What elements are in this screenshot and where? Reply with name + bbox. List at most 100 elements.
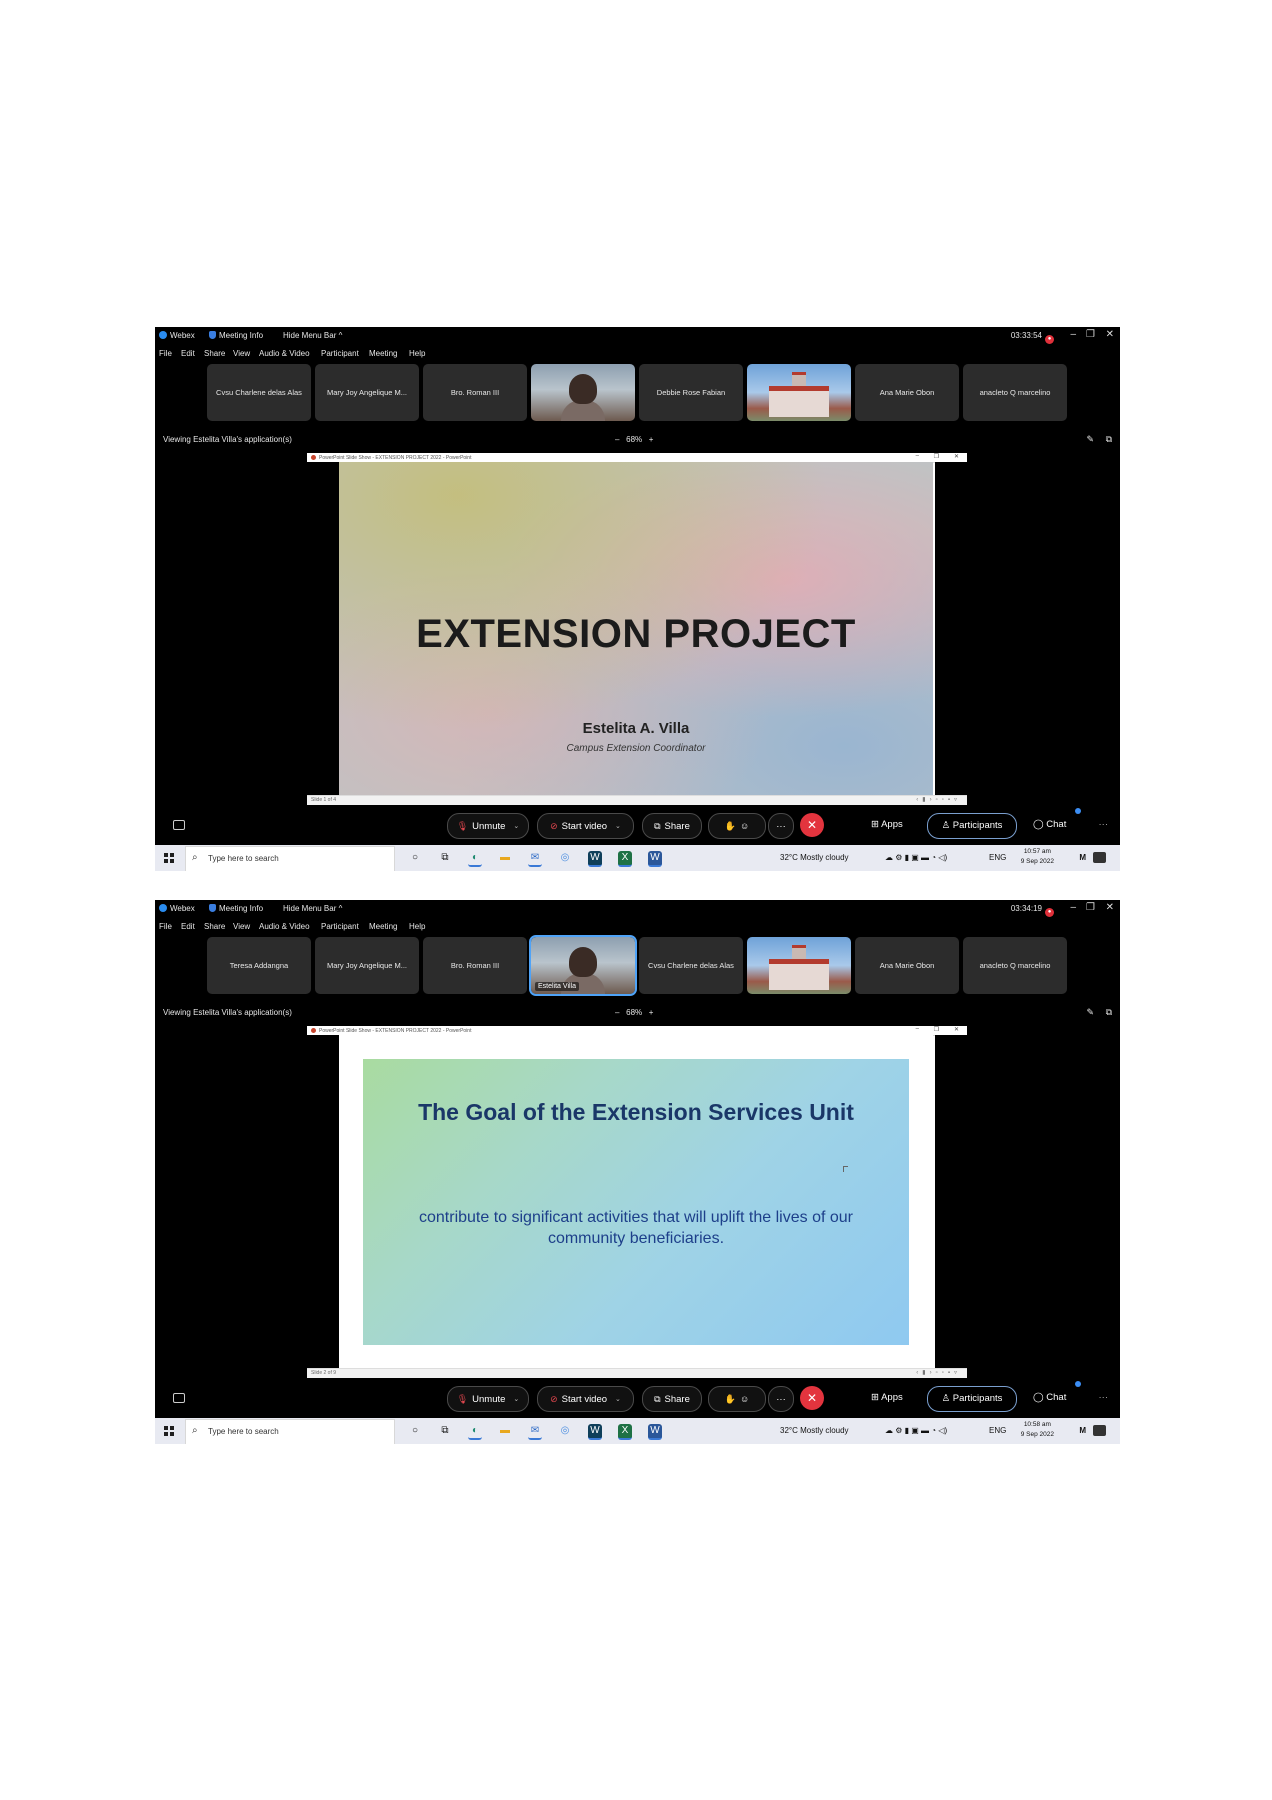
raise-hand-icon[interactable]: ✋ [725,821,736,832]
start-video-button[interactable]: ⊘ Start video ⌄ [537,813,634,839]
ppt-restore-icon[interactable]: ❐ [934,1026,939,1033]
meeting-info-button[interactable]: Meeting Info [209,904,263,913]
chat-app-icon[interactable]: ◎ [558,1424,572,1438]
menu-audio-video[interactable]: Audio & Video [259,922,310,931]
menu-edit[interactable]: Edit [181,922,195,931]
participant-tile[interactable]: Cvsu Charlene delas Alas [639,937,743,994]
chevron-down-icon[interactable]: ⌄ [615,822,621,830]
meet-now-icon[interactable]: M [1079,853,1086,862]
end-call-button[interactable]: ✕ [800,813,824,837]
minimize-icon[interactable]: – [1070,902,1076,913]
cortana-icon[interactable]: ○ [408,851,422,865]
annotate-icon[interactable]: ✎ [1086,434,1094,445]
participant-tile[interactable]: Bro. Roman III [423,364,527,421]
ppt-close-icon[interactable]: ✕ [954,453,959,460]
end-call-button[interactable]: ✕ [800,1386,824,1410]
chevron-down-icon[interactable]: ⌄ [615,1395,621,1403]
participant-tile[interactable]: Mary Joy Angelique M... [315,937,419,994]
chat-button[interactable]: ◯ Chat [1033,819,1066,830]
unmute-button[interactable]: 🎙 Unmute ⌄ [447,813,529,839]
participant-tile[interactable]: Debbie Rose Fabian [639,364,743,421]
excel-icon[interactable]: X [618,851,632,867]
chevron-down-icon[interactable]: ⌄ [513,1395,519,1403]
ppt-close-icon[interactable]: ✕ [954,1026,959,1033]
search-input[interactable]: ⌕ Type here to search [185,1419,395,1444]
file-explorer-icon[interactable]: ▬ [498,851,512,865]
excel-icon[interactable]: X [618,1424,632,1440]
search-input[interactable]: ⌕ Type here to search [185,846,395,871]
participant-building-tile[interactable] [747,364,851,421]
more-options-button[interactable]: ··· [768,1386,794,1412]
menu-participant[interactable]: Participant [321,922,359,931]
zoom-control[interactable]: – 68% + [615,1008,653,1017]
participant-tile[interactable]: Mary Joy Angelique M... [315,364,419,421]
webex-taskbar-icon[interactable]: W [588,851,602,867]
notifications-icon[interactable] [1093,852,1106,863]
mail-icon[interactable]: ✉ [528,851,542,867]
participant-tile[interactable]: anacleto Q marcelino [963,937,1067,994]
record-icon[interactable]: ● [1045,335,1054,344]
close-icon[interactable]: ✕ [1106,902,1114,913]
edge-icon[interactable]: ◐ [468,1424,482,1440]
hide-menu-bar-button[interactable]: Hide Menu Bar ^ [283,904,342,913]
task-view-icon[interactable]: ⧉ [438,1424,452,1438]
apps-button[interactable]: ⊞ Apps [871,819,903,830]
participant-tile[interactable]: Bro. Roman III [423,937,527,994]
cortana-icon[interactable]: ○ [408,1424,422,1438]
close-icon[interactable]: ✕ [1106,329,1114,340]
weather-widget[interactable]: 32°C Mostly cloudy [780,1426,849,1435]
meet-now-icon[interactable]: M [1079,1426,1086,1435]
ppt-minimize-icon[interactable]: – [916,453,919,459]
word-icon[interactable]: W [648,851,662,867]
participant-video-tile[interactable] [531,364,635,421]
chevron-down-icon[interactable]: ⌄ [513,822,519,830]
restore-icon[interactable]: ❐ [1086,902,1095,913]
menu-participant[interactable]: Participant [321,349,359,358]
reactions-group[interactable]: ✋ ☺ [708,813,766,839]
slide-nav-icons[interactable]: ‹▮›▫▫▪▿ [916,796,961,803]
tray-icons[interactable]: ☁ ⚙ ▮ ▣ ▬ ◔ ◁) [885,853,947,862]
slide-nav-icons[interactable]: ‹▮›▫▫▪▿ [916,1369,961,1376]
participant-tile[interactable]: Ana Marie Obon [855,364,959,421]
raise-hand-icon[interactable]: ✋ [725,1394,736,1405]
unmute-button[interactable]: 🎙 Unmute ⌄ [447,1386,529,1412]
reactions-icon[interactable]: ☺ [740,821,749,831]
menu-view[interactable]: View [233,922,250,931]
participants-button[interactable]: ♙ Participants [927,813,1017,839]
more-options-button[interactable]: ··· [768,813,794,839]
participant-tile[interactable]: anacleto Q marcelino [963,364,1067,421]
popout-icon[interactable]: ⧉ [1106,434,1112,445]
language-indicator[interactable]: ENG [989,853,1006,862]
active-speaker-video-tile[interactable]: Estelita Villa [529,935,637,996]
chat-button[interactable]: ◯ Chat [1033,1392,1066,1403]
menu-audio-video[interactable]: Audio & Video [259,349,310,358]
word-icon[interactable]: W [648,1424,662,1440]
file-explorer-icon[interactable]: ▬ [498,1424,512,1438]
participant-building-tile[interactable] [747,937,851,994]
menu-file[interactable]: File [159,349,172,358]
webex-app[interactable]: Webex [159,331,195,340]
ppt-minimize-icon[interactable]: – [916,1026,919,1032]
clock[interactable]: 10:57 am 9 Sep 2022 [1021,847,1054,867]
zoom-control[interactable]: – 68% + [615,435,653,444]
edge-icon[interactable]: ◐ [468,851,482,867]
participant-tile[interactable]: Ana Marie Obon [855,937,959,994]
hide-menu-bar-button[interactable]: Hide Menu Bar ^ [283,331,342,340]
mail-icon[interactable]: ✉ [528,1424,542,1440]
chat-app-icon[interactable]: ◎ [558,851,572,865]
popout-icon[interactable]: ⧉ [1106,1007,1112,1018]
menu-help[interactable]: Help [409,349,425,358]
tray-icons[interactable]: ☁ ⚙ ▮ ▣ ▬ ◔ ◁) [885,1426,947,1435]
menu-file[interactable]: File [159,922,172,931]
participant-tile[interactable]: Cvsu Charlene delas Alas [207,364,311,421]
menu-help[interactable]: Help [409,922,425,931]
ppt-restore-icon[interactable]: ❐ [934,453,939,460]
meeting-info-button[interactable]: Meeting Info [209,331,263,340]
reactions-group[interactable]: ✋ ☺ [708,1386,766,1412]
participant-tile[interactable]: Teresa Addangna [207,937,311,994]
minimize-icon[interactable]: – [1070,329,1076,340]
reactions-icon[interactable]: ☺ [740,1394,749,1404]
webex-taskbar-icon[interactable]: W [588,1424,602,1440]
menu-edit[interactable]: Edit [181,349,195,358]
restore-icon[interactable]: ❐ [1086,329,1095,340]
